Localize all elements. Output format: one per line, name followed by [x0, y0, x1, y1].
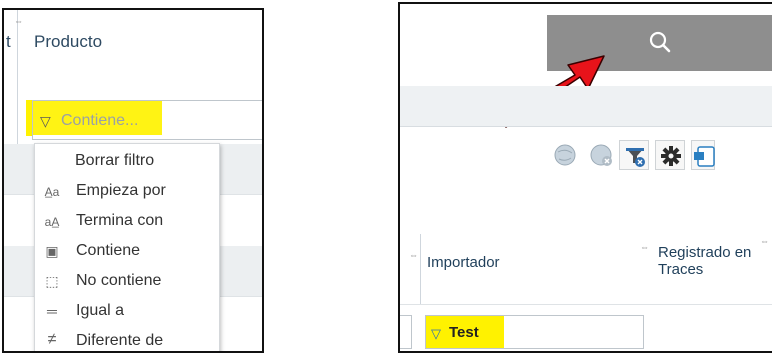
not-contains-icon: ⬚ [45, 273, 59, 289]
menu-item-clear-filter[interactable]: Borrar filtro [35, 148, 219, 178]
ends-with-icon: aA̲ [44, 215, 60, 229]
toolbar-band [400, 86, 772, 126]
clear-filter-icon[interactable] [619, 140, 649, 170]
starts-with-icon: A̲a [44, 185, 60, 199]
menu-item-equals[interactable]: ═ Igual a [35, 298, 219, 328]
filter-operator-menu: Borrar filtro A̲a Empieza por aA̲ Termin… [34, 143, 220, 351]
importador-column-header[interactable]: Importador [427, 254, 500, 271]
not-equal-icon: ≠ [47, 331, 57, 348]
column-separator [420, 234, 421, 304]
column-resize-handle[interactable]: ⇔ [409, 250, 418, 260]
divider [400, 126, 772, 127]
filter-placeholder-text: Contiene... [61, 112, 139, 129]
contains-icon: ▣ [45, 243, 59, 259]
column-separator [17, 96, 18, 144]
producto-column-header[interactable]: t ⇔ Producto [4, 10, 262, 96]
producto-header-label: Producto [34, 32, 103, 51]
menu-item-ends-with[interactable]: aA̲ Termina con [35, 208, 219, 238]
filter-funnel-icon[interactable]: ▽ [431, 326, 441, 342]
equals-icon: ═ [47, 303, 57, 319]
header-divider [400, 304, 772, 305]
filter-funnel-icon[interactable]: ▽ [40, 113, 51, 130]
column-resize-handle[interactable]: ⇔ [640, 242, 649, 252]
export-excel-icon[interactable] [691, 140, 715, 170]
previous-column-edge-text: t [6, 32, 11, 51]
menu-item-starts-with[interactable]: A̲a Empieza por [35, 178, 219, 208]
column-resize-handle[interactable]: ⇔ [14, 16, 23, 26]
globe-remove-icon[interactable] [586, 140, 616, 170]
menu-item-contains[interactable]: ▣ Contiene [35, 238, 219, 268]
previous-column-filter-edge [400, 315, 412, 349]
left-screenshot-panel: t ⇔ Producto ▽ Contiene... Borrar filtro… [2, 8, 264, 353]
globe-icon[interactable] [550, 140, 580, 170]
filter-value-text: Test [449, 324, 479, 341]
menu-item-not-contains[interactable]: ⬚ No contiene [35, 268, 219, 298]
menu-item-not-equal[interactable]: ≠ Diferente de [35, 328, 219, 351]
registrado-column-header[interactable]: Registrado en Traces [658, 244, 758, 278]
column-resize-handle[interactable]: ⇔ [760, 236, 769, 246]
gear-icon[interactable] [655, 140, 685, 170]
right-screenshot-panel: ⇔ Importador ⇔ Registrado en Traces ⇔ ▽ … [398, 2, 772, 353]
